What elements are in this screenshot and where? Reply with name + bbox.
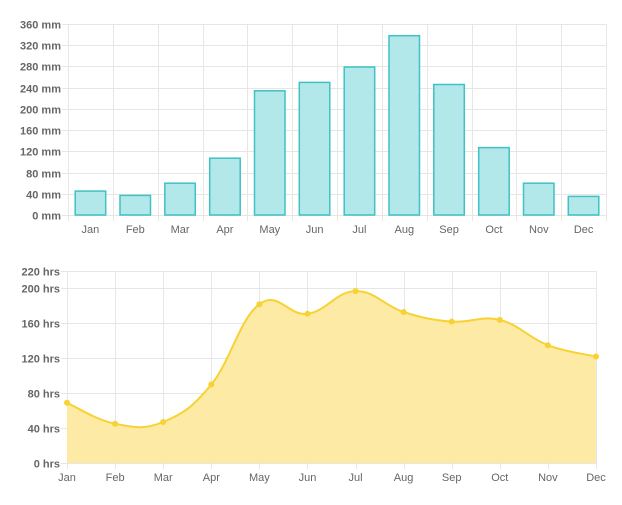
area-y-tick-label: 220 hrs <box>21 267 60 279</box>
bar <box>388 34 421 216</box>
area-y-tick-label: 200 hrs <box>21 284 60 296</box>
area-chart-y-axis: 0 hrs 40 hrs 80 hrs 120 hrs 160 hrs 200 hrs 22… <box>21 267 60 471</box>
area-chart-x-axis: Jan Feb Mar Apr May Jun Jul Aug Sep Oct Nov Dec <box>58 472 606 484</box>
bar-x-tick-label: Apr <box>216 224 233 236</box>
area-x-tick-label: Aug <box>394 472 414 484</box>
bar-y-tick-label: 80 mm <box>26 169 61 181</box>
area-x-tick-label: Sep <box>442 472 462 484</box>
area-point <box>112 420 119 427</box>
area-y-tick-label: 80 hrs <box>28 389 60 401</box>
area-x-tick-label: Jul <box>348 472 362 484</box>
area-y-tick-label: 160 hrs <box>21 319 60 331</box>
bar-chart-x-axis: Jan Feb Mar Apr May Jun Jul Aug Sep Oct Nov Dec <box>82 224 594 236</box>
bar <box>74 190 107 216</box>
area-x-tick-label: Apr <box>203 472 220 484</box>
bar-y-tick-label: 320 mm <box>20 41 61 53</box>
bar <box>567 195 600 216</box>
bar <box>433 83 466 216</box>
area-point <box>304 310 311 317</box>
bar-y-tick-label: 0 mm <box>32 211 61 223</box>
bar-x-tick-label: Dec <box>574 224 594 236</box>
bar-x-tick-label: Oct <box>485 224 502 236</box>
area-point <box>208 381 215 388</box>
area-chart-series <box>64 288 599 463</box>
bar-y-tick-label: 40 mm <box>26 190 61 202</box>
area-point <box>256 301 263 308</box>
area-x-tick-label: Jan <box>58 472 76 484</box>
bar-y-tick-label: 160 mm <box>20 126 61 138</box>
bar-x-tick-label: Jul <box>352 224 366 236</box>
bar <box>522 182 555 216</box>
area-y-tick-label: 0 hrs <box>34 459 60 471</box>
bar-x-tick-label: Aug <box>395 224 415 236</box>
bar <box>343 66 376 216</box>
charts-canvas: 0 mm 40 mm 80 mm 120 mm 160 mm 200 mm 240 mm 28… <box>20 20 607 485</box>
bar-x-tick-label: Nov <box>529 224 549 236</box>
area-x-tick-label: May <box>249 472 270 484</box>
area-x-tick-label: Jun <box>299 472 317 484</box>
bar-x-tick-label: May <box>259 224 280 236</box>
sunshine-area-chart: 0 hrs 40 hrs 80 hrs 120 hrs 160 hrs 200 hrs 22… <box>21 267 606 485</box>
area-x-tick-label: Mar <box>154 472 173 484</box>
area-x-tick-label: Dec <box>586 472 606 484</box>
area-x-tick-label: Oct <box>491 472 508 484</box>
area-y-tick-label: 40 hrs <box>28 424 60 436</box>
area-x-tick-label: Nov <box>538 472 558 484</box>
area-point <box>448 318 455 325</box>
bar-y-tick-label: 240 mm <box>20 84 61 96</box>
bar-x-tick-label: Sep <box>439 224 459 236</box>
bar-y-tick-label: 200 mm <box>20 105 61 117</box>
area-point <box>593 353 599 360</box>
bar <box>253 90 286 216</box>
area-x-tick-label: Feb <box>106 472 125 484</box>
bar-y-tick-label: 360 mm <box>20 20 61 32</box>
area-y-tick-label: 120 hrs <box>21 354 60 366</box>
area-point <box>496 316 503 323</box>
bar <box>119 194 152 216</box>
bar <box>208 157 241 216</box>
area-point <box>64 399 70 406</box>
bar-x-tick-label: Feb <box>126 224 145 236</box>
bar-y-tick-label: 120 mm <box>20 147 61 159</box>
bar-x-tick-label: Jun <box>306 224 324 236</box>
area-fill <box>67 291 596 463</box>
bar <box>164 182 197 216</box>
area-point <box>400 309 407 315</box>
bar <box>298 81 331 216</box>
area-point <box>544 342 551 349</box>
bar-y-tick-label: 280 mm <box>20 62 61 74</box>
bar-x-tick-label: Jan <box>82 224 100 236</box>
bar <box>477 146 510 216</box>
area-point <box>160 419 167 425</box>
area-point <box>352 288 359 295</box>
rainfall-bar-chart: 0 mm 40 mm 80 mm 120 mm 160 mm 200 mm 240 mm 28… <box>20 20 607 236</box>
bar-chart-y-axis: 0 mm 40 mm 80 mm 120 mm 160 mm 200 mm 240 mm 28… <box>20 20 61 223</box>
bar-x-tick-label: Mar <box>171 224 190 236</box>
